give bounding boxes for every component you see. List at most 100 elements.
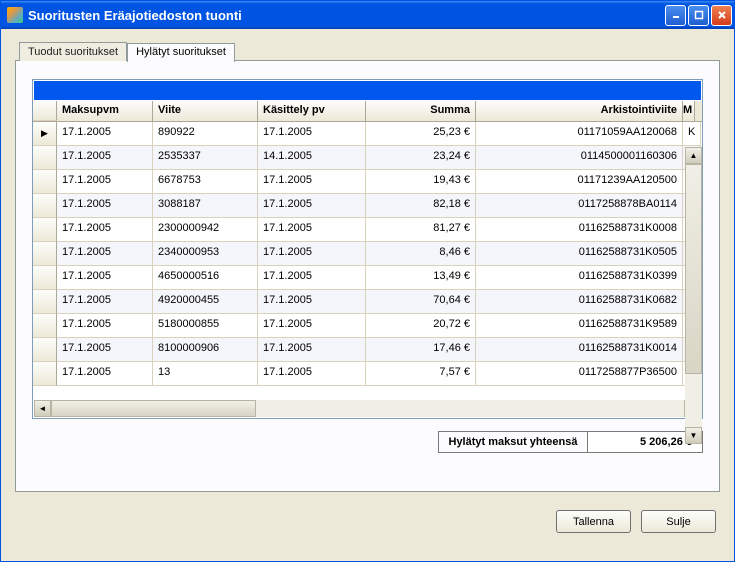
cell-kasittely[interactable]: 17.1.2005 bbox=[258, 194, 366, 218]
col-viite[interactable]: Viite bbox=[153, 101, 258, 121]
vertical-scrollbar[interactable]: ▲ ▼ bbox=[685, 147, 702, 444]
cell-summa[interactable]: 7,57 € bbox=[366, 362, 476, 386]
cell-arkisto[interactable]: 0117258877P36500 bbox=[476, 362, 683, 386]
row-handle[interactable] bbox=[33, 218, 57, 242]
v-scroll-thumb[interactable] bbox=[685, 164, 702, 374]
col-clip[interactable]: M bbox=[683, 101, 695, 121]
row-handle[interactable] bbox=[33, 290, 57, 314]
grid-body[interactable]: 17.1.200589092217.1.200525,23 €01171059A… bbox=[33, 122, 702, 400]
table-row[interactable]: 17.1.2005518000085517.1.200520,72 €01162… bbox=[33, 314, 702, 338]
data-grid[interactable]: Maksupvm Viite Käsittely pv Summa Arkist… bbox=[32, 79, 703, 419]
scroll-left-icon[interactable]: ◄ bbox=[34, 400, 51, 417]
cell-kasittely[interactable]: 17.1.2005 bbox=[258, 362, 366, 386]
table-row[interactable]: 17.1.2005492000045517.1.200570,64 €01162… bbox=[33, 290, 702, 314]
cell-kasittely[interactable]: 17.1.2005 bbox=[258, 338, 366, 362]
cell-viite[interactable]: 4650000516 bbox=[153, 266, 258, 290]
cell-arkisto[interactable]: 0117258878BA0114 bbox=[476, 194, 683, 218]
row-handle[interactable] bbox=[33, 146, 57, 170]
cell-kasittely[interactable]: 17.1.2005 bbox=[258, 122, 366, 146]
row-handle[interactable] bbox=[33, 194, 57, 218]
close-dialog-button[interactable]: Sulje bbox=[641, 510, 716, 533]
cell-summa[interactable]: 20,72 € bbox=[366, 314, 476, 338]
table-row[interactable]: 17.1.20051317.1.20057,57 €0117258877P365… bbox=[33, 362, 702, 386]
cell-kasittely[interactable]: 17.1.2005 bbox=[258, 218, 366, 242]
cell-viite[interactable]: 8100000906 bbox=[153, 338, 258, 362]
cell-viite[interactable]: 4920000455 bbox=[153, 290, 258, 314]
cell-kasittely[interactable]: 17.1.2005 bbox=[258, 314, 366, 338]
cell-maksupvm[interactable]: 17.1.2005 bbox=[57, 314, 153, 338]
cell-viite[interactable]: 890922 bbox=[153, 122, 258, 146]
cell-maksupvm[interactable]: 17.1.2005 bbox=[57, 218, 153, 242]
row-handle[interactable] bbox=[33, 338, 57, 362]
cell-arkisto[interactable]: 01162588731K0505 bbox=[476, 242, 683, 266]
row-handle[interactable] bbox=[33, 122, 57, 146]
cell-arkisto[interactable]: 01171059AA120068 bbox=[476, 122, 683, 146]
row-handle[interactable] bbox=[33, 314, 57, 338]
cell-maksupvm[interactable]: 17.1.2005 bbox=[57, 146, 153, 170]
cell-maksupvm[interactable]: 17.1.2005 bbox=[57, 194, 153, 218]
cell-kasittely[interactable]: 17.1.2005 bbox=[258, 266, 366, 290]
cell-summa[interactable]: 19,43 € bbox=[366, 170, 476, 194]
row-handle[interactable] bbox=[33, 242, 57, 266]
table-row[interactable]: 17.1.2005465000051617.1.200513,49 €01162… bbox=[33, 266, 702, 290]
cell-viite[interactable]: 3088187 bbox=[153, 194, 258, 218]
row-handle[interactable] bbox=[33, 266, 57, 290]
cell-maksupvm[interactable]: 17.1.2005 bbox=[57, 242, 153, 266]
cell-viite[interactable]: 6678753 bbox=[153, 170, 258, 194]
table-row[interactable]: 17.1.2005667875317.1.200519,43 €01171239… bbox=[33, 170, 702, 194]
col-summa[interactable]: Summa bbox=[366, 101, 476, 121]
close-button[interactable] bbox=[711, 5, 732, 26]
cell-kasittely[interactable]: 17.1.2005 bbox=[258, 170, 366, 194]
cell-summa[interactable]: 82,18 € bbox=[366, 194, 476, 218]
h-scroll-track[interactable] bbox=[51, 400, 684, 417]
cell-maksupvm[interactable]: 17.1.2005 bbox=[57, 170, 153, 194]
cell-summa[interactable]: 17,46 € bbox=[366, 338, 476, 362]
row-handle[interactable] bbox=[33, 362, 57, 386]
cell-maksupvm[interactable]: 17.1.2005 bbox=[57, 338, 153, 362]
table-row[interactable]: 17.1.200589092217.1.200525,23 €01171059A… bbox=[33, 122, 702, 146]
table-row[interactable]: 17.1.2005308818717.1.200582,18 €01172588… bbox=[33, 194, 702, 218]
cell-arkisto[interactable]: 0114500001160306 bbox=[476, 146, 683, 170]
cell-kasittely[interactable]: 17.1.2005 bbox=[258, 242, 366, 266]
table-row[interactable]: 17.1.2005230000094217.1.200581,27 €01162… bbox=[33, 218, 702, 242]
cell-summa[interactable]: 70,64 € bbox=[366, 290, 476, 314]
cell-maksupvm[interactable]: 17.1.2005 bbox=[57, 290, 153, 314]
col-arkisto[interactable]: Arkistointiviite bbox=[476, 101, 683, 121]
cell-maksupvm[interactable]: 17.1.2005 bbox=[57, 362, 153, 386]
cell-summa[interactable]: 25,23 € bbox=[366, 122, 476, 146]
cell-kasittely[interactable]: 17.1.2005 bbox=[258, 290, 366, 314]
cell-summa[interactable]: 81,27 € bbox=[366, 218, 476, 242]
scroll-down-icon[interactable]: ▼ bbox=[685, 427, 702, 444]
minimize-button[interactable] bbox=[665, 5, 686, 26]
cell-viite[interactable]: 13 bbox=[153, 362, 258, 386]
table-row[interactable]: 17.1.2005234000095317.1.20058,46 €011625… bbox=[33, 242, 702, 266]
cell-viite[interactable]: 5180000855 bbox=[153, 314, 258, 338]
cell-maksupvm[interactable]: 17.1.2005 bbox=[57, 122, 153, 146]
scroll-up-icon[interactable]: ▲ bbox=[685, 147, 702, 164]
save-button[interactable]: Tallenna bbox=[556, 510, 631, 533]
cell-viite[interactable]: 2340000953 bbox=[153, 242, 258, 266]
col-kasittely[interactable]: Käsittely pv bbox=[258, 101, 366, 121]
table-row[interactable]: 17.1.2005253533714.1.200523,24 €01145000… bbox=[33, 146, 702, 170]
cell-arkisto[interactable]: 01162588731K0682 bbox=[476, 290, 683, 314]
horizontal-scrollbar[interactable]: ◄ ► bbox=[34, 400, 701, 417]
col-maksupvm[interactable]: Maksupvm bbox=[57, 101, 153, 121]
cell-viite[interactable]: 2535337 bbox=[153, 146, 258, 170]
cell-arkisto[interactable]: 01162588731K0014 bbox=[476, 338, 683, 362]
v-scroll-track[interactable] bbox=[685, 164, 702, 427]
cell-arkisto[interactable]: 01162588731K0399 bbox=[476, 266, 683, 290]
cell-summa[interactable]: 13,49 € bbox=[366, 266, 476, 290]
row-handle[interactable] bbox=[33, 170, 57, 194]
cell-viite[interactable]: 2300000942 bbox=[153, 218, 258, 242]
cell-kasittely[interactable]: 14.1.2005 bbox=[258, 146, 366, 170]
cell-arkisto[interactable]: 01162588731K0008 bbox=[476, 218, 683, 242]
tab-rejected[interactable]: Hylätyt suoritukset bbox=[127, 43, 235, 62]
table-row[interactable]: 17.1.2005810000090617.1.200517,46 €01162… bbox=[33, 338, 702, 362]
cell-arkisto[interactable]: 01162588731K9589 bbox=[476, 314, 683, 338]
h-scroll-thumb[interactable] bbox=[51, 400, 256, 417]
cell-arkisto[interactable]: 01171239AA120500 bbox=[476, 170, 683, 194]
cell-summa[interactable]: 23,24 € bbox=[366, 146, 476, 170]
cell-clip[interactable]: K bbox=[683, 122, 701, 146]
cell-maksupvm[interactable]: 17.1.2005 bbox=[57, 266, 153, 290]
cell-summa[interactable]: 8,46 € bbox=[366, 242, 476, 266]
